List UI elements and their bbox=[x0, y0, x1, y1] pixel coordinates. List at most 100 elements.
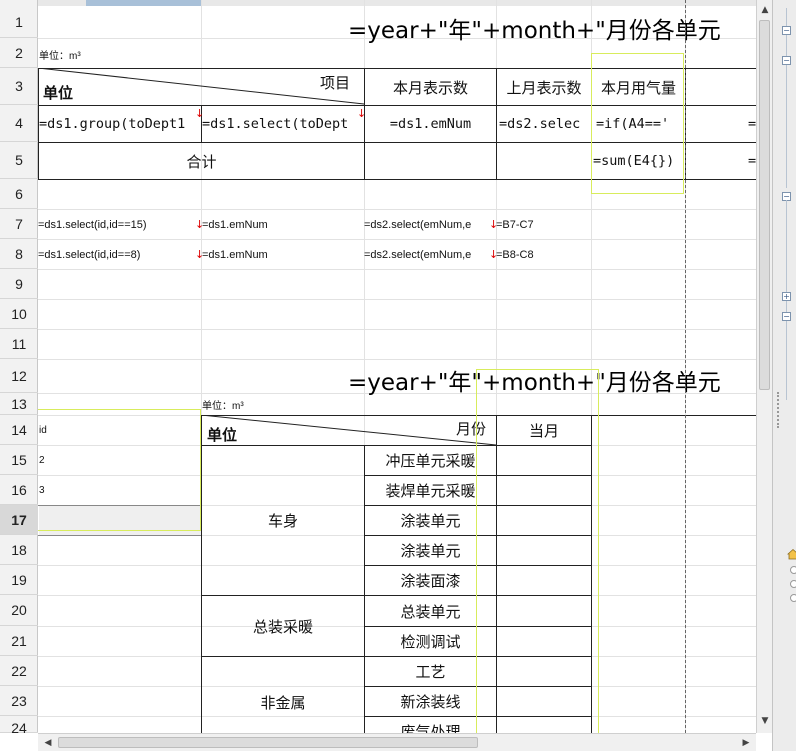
item-welding-heating[interactable]: 装焊单元采暖 bbox=[365, 476, 496, 505]
gridline bbox=[38, 329, 756, 330]
row-header[interactable]: 24 bbox=[0, 716, 38, 733]
spreadsheet-grid[interactable]: =year+"年"+month+"月份各单元 单位：m³ 项目 单位 本月表示数… bbox=[0, 0, 756, 733]
cell-a4[interactable]: =ds1.group(toDept1 bbox=[39, 106, 201, 142]
scroll-left-button[interactable]: ◀ bbox=[40, 735, 56, 751]
collapse-icon[interactable]: − bbox=[782, 56, 791, 65]
panel-resize-grip[interactable] bbox=[777, 392, 780, 428]
header-current-month[interactable]: 当月 bbox=[497, 416, 591, 445]
id-cell-14[interactable]: id bbox=[39, 416, 199, 445]
row-header[interactable]: 14 bbox=[0, 415, 38, 445]
row-header[interactable]: 8 bbox=[0, 239, 38, 269]
row-header[interactable]: 16 bbox=[0, 475, 38, 505]
tree-node-icon[interactable] bbox=[790, 580, 796, 588]
row-header[interactable]: 3 bbox=[0, 68, 38, 105]
header-diag-top[interactable]: 项目 bbox=[320, 72, 350, 92]
report1-title[interactable]: =year+"年"+month+"月份各单元 bbox=[348, 11, 721, 45]
home-icon[interactable] bbox=[787, 548, 796, 560]
row-header[interactable]: 11 bbox=[0, 329, 38, 359]
row-header[interactable]: 21 bbox=[0, 626, 38, 656]
cell-e4[interactable]: =if(A4==' bbox=[596, 106, 685, 142]
side-panel[interactable]: − − − + − bbox=[772, 0, 796, 751]
gridline bbox=[38, 359, 756, 360]
row-header[interactable]: 12 bbox=[0, 359, 38, 393]
row-header[interactable]: 19 bbox=[0, 565, 38, 595]
row-header[interactable]: 2 bbox=[0, 38, 38, 68]
cell-c4[interactable]: =ds1.emNum bbox=[365, 106, 496, 142]
header2-diag-bottom[interactable]: 单位 bbox=[207, 424, 237, 444]
total-label[interactable]: 合计 bbox=[39, 143, 364, 179]
row-header[interactable]: 6 bbox=[0, 179, 38, 209]
item-process[interactable]: 工艺 bbox=[365, 657, 496, 686]
group-body[interactable]: 车身 bbox=[202, 446, 364, 595]
cell-a8[interactable]: =ds1.select(id,id==8) bbox=[38, 240, 200, 269]
row-header[interactable]: 20 bbox=[0, 595, 38, 626]
cell-f4[interactable]: = bbox=[748, 106, 756, 142]
column-header-strip[interactable] bbox=[38, 0, 756, 6]
tree-node-icon[interactable] bbox=[790, 566, 796, 574]
row-headers[interactable]: 1 2 3 4 5 6 7 8 9 10 11 12 13 14 15 16 1… bbox=[0, 0, 38, 733]
cell-d4[interactable]: =ds2.selec bbox=[499, 106, 591, 142]
header-last-reading[interactable]: 上月表示数 bbox=[497, 69, 591, 105]
cell-d8[interactable]: =B8-C8 bbox=[496, 240, 591, 269]
header-diag-bottom[interactable]: 单位 bbox=[43, 82, 73, 102]
header-current-reading[interactable]: 本月表示数 bbox=[365, 69, 496, 105]
gridline bbox=[38, 269, 756, 270]
row-header[interactable]: 15 bbox=[0, 445, 38, 475]
cell-b8[interactable]: =ds1.emNum bbox=[202, 240, 364, 269]
expand-down-arrow-icon: ↓ bbox=[195, 218, 205, 231]
diagonal-header-line bbox=[201, 415, 497, 446]
row-header[interactable]: 1 bbox=[0, 6, 38, 38]
cell-b7[interactable]: =ds1.emNum bbox=[202, 210, 364, 239]
cell-b4[interactable]: =ds1.select(toDept bbox=[202, 106, 364, 142]
id-cell-16[interactable]: 3 bbox=[39, 476, 199, 505]
table-border bbox=[38, 535, 201, 536]
row-header[interactable]: 10 bbox=[0, 299, 38, 329]
item-topcoat[interactable]: 涂装面漆 bbox=[365, 566, 496, 595]
cell-d7[interactable]: =B7-C7 bbox=[496, 210, 591, 239]
group-nonmetal[interactable]: 非金属 bbox=[202, 657, 364, 733]
item-assembly-unit[interactable]: 总装单元 bbox=[365, 596, 496, 626]
row-header-active[interactable]: 17 bbox=[0, 505, 38, 535]
scroll-right-button[interactable]: ▶ bbox=[738, 735, 754, 751]
row-header[interactable]: 4 bbox=[0, 105, 38, 142]
row-header[interactable]: 22 bbox=[0, 656, 38, 686]
scroll-thumb[interactable] bbox=[58, 737, 478, 748]
cell-c8[interactable]: =ds2.select(emNum,e bbox=[364, 240, 492, 269]
tree-node-icon[interactable] bbox=[790, 594, 796, 602]
item-new-painting-line[interactable]: 新涂装线 bbox=[365, 687, 496, 716]
row-header[interactable]: 9 bbox=[0, 269, 38, 299]
row-header[interactable]: 5 bbox=[0, 142, 38, 179]
selected-column-header[interactable] bbox=[86, 0, 202, 6]
expand-icon[interactable]: + bbox=[782, 292, 791, 301]
scroll-up-button[interactable]: ▲ bbox=[757, 2, 773, 18]
item-exhaust-treatment[interactable]: 废气处理 bbox=[365, 717, 496, 733]
report2-title[interactable]: =year+"年"+month+"月份各单元 bbox=[348, 363, 721, 397]
report1-unit-label[interactable]: 单位：m³ bbox=[39, 44, 81, 64]
row-header[interactable]: 7 bbox=[0, 209, 38, 239]
active-cell-a17[interactable] bbox=[39, 506, 201, 535]
cell-e5[interactable]: =sum(E4{}) bbox=[593, 143, 685, 179]
table-border bbox=[496, 415, 497, 733]
item-painting-unit[interactable]: 涂装单元 bbox=[365, 506, 496, 535]
vertical-scrollbar[interactable]: ▲ ▼ bbox=[756, 0, 772, 733]
id-cell-15[interactable]: 2 bbox=[39, 446, 199, 475]
horizontal-scrollbar[interactable]: ◀ ▶ bbox=[38, 733, 756, 751]
scroll-thumb[interactable] bbox=[759, 20, 770, 390]
cell-a7[interactable]: =ds1.select(id,id==15) bbox=[38, 210, 200, 239]
header2-diag-top[interactable]: 月份 bbox=[456, 418, 486, 438]
cell-f5[interactable]: = bbox=[748, 143, 756, 179]
collapse-icon[interactable]: − bbox=[782, 26, 791, 35]
page-break-line bbox=[685, 0, 686, 733]
row-header[interactable]: 13 bbox=[0, 393, 38, 415]
item-testing[interactable]: 检测调试 bbox=[365, 627, 496, 656]
item-painting-unit-2[interactable]: 涂装单元 bbox=[365, 536, 496, 565]
header-gas-usage[interactable]: 本月用气量 bbox=[592, 69, 685, 105]
scroll-down-button[interactable]: ▼ bbox=[757, 713, 773, 729]
row-header[interactable]: 23 bbox=[0, 686, 38, 716]
item-stamping-heating[interactable]: 冲压单元采暖 bbox=[365, 446, 496, 475]
group-assembly-heating[interactable]: 总装采暖 bbox=[202, 596, 364, 656]
cell-c7[interactable]: =ds2.select(emNum,e bbox=[364, 210, 492, 239]
collapse-icon[interactable]: − bbox=[782, 312, 791, 321]
report2-unit-label[interactable]: 单位：m³ bbox=[202, 395, 244, 413]
row-header[interactable]: 18 bbox=[0, 535, 38, 565]
